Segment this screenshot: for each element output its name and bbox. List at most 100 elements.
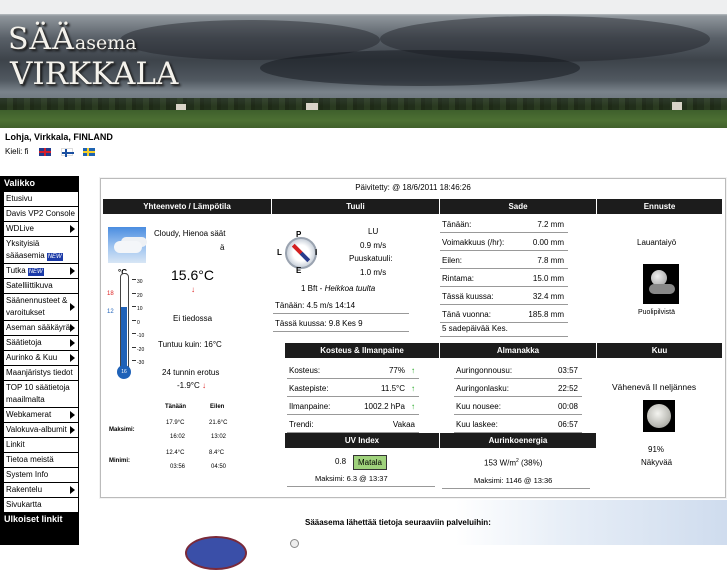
submenu-arrow-icon	[70, 411, 75, 419]
beaufort: 1 Bft - Heikkoa tuulta	[301, 284, 375, 293]
thermometer-bulb: 16	[117, 365, 131, 379]
row-label: Tässä kuussa:	[442, 292, 494, 301]
menu-item-label: Aurinko & Kuu	[6, 353, 58, 362]
radio-bullet-icon[interactable]	[290, 539, 299, 548]
uv-max-row: Maksimi: 6.3 @ 13:37	[287, 471, 435, 487]
cloud-shape	[260, 50, 580, 86]
thermometer-tick: 20	[132, 292, 143, 307]
col-today: Tänään	[165, 404, 187, 410]
trend-up-icon: ↑	[411, 366, 415, 375]
thermometer-tick-label: -10	[137, 333, 145, 339]
weather-network-logo-icon[interactable]	[185, 536, 247, 570]
data-row: Kosteus: 77% ↑	[287, 363, 419, 379]
submenu-arrow-icon	[70, 426, 75, 434]
menu-item[interactable]: Säätietoja	[4, 336, 78, 350]
thermometer-fill	[121, 307, 127, 373]
condition-text: Cloudy, Hienoa säät	[154, 229, 226, 238]
banner-top-band	[0, 0, 727, 14]
sweden-flag-icon[interactable]	[82, 147, 95, 156]
menu-item[interactable]: Aseman sääkäyrät	[4, 321, 78, 335]
wind-month-row: Tässä kuussa: 9.8 Kes 9	[273, 316, 409, 332]
data-row: Eilen: 7.8 mm	[440, 253, 568, 269]
solar-max-row: Maksimi: 1146 @ 13:36	[442, 473, 590, 489]
menu-item[interactable]: Linkit	[4, 438, 78, 452]
menu-item[interactable]: Satelliittikuva	[4, 279, 78, 293]
max-today: 17.9°C	[166, 420, 185, 426]
thermometer-tick: -10	[132, 333, 144, 347]
wind-speed: 0.9 m/s	[360, 241, 387, 250]
logo-line2: VIRKKALA	[10, 56, 179, 92]
submenu-arrow-icon	[70, 303, 75, 311]
menu-item[interactable]: WDLive	[4, 222, 78, 236]
moon-header: Kuu	[597, 343, 722, 358]
rain-days: 5 sadepäivää Kes.	[442, 324, 508, 333]
moon-phase-icon	[643, 400, 675, 432]
gust-label: Puuskatuuli:	[349, 254, 393, 263]
weather-panel: Päivitetty: @ 18/6/2011 18:46:26 Yhteenv…	[100, 178, 726, 498]
menu-item[interactable]: Maanjäristys tiedot	[4, 366, 78, 380]
location-title: Lohja, Virkkala, FINLAND	[5, 132, 113, 142]
forecast-desc: Puolipilvistä	[638, 309, 675, 316]
uv-max: Maksimi: 6.3 @ 13:37	[315, 474, 388, 483]
submenu-arrow-icon	[70, 354, 75, 362]
uk-flag-icon[interactable]	[38, 147, 51, 156]
house	[176, 104, 186, 110]
compass-e: I	[315, 248, 318, 257]
max-label: Maksimi:	[109, 427, 135, 433]
data-row: Tässä kuussa: 32.4 mm	[440, 289, 568, 305]
menu-item[interactable]: System Info	[4, 468, 78, 482]
min-label: Minimi:	[109, 458, 130, 464]
row-label: Trendi:	[289, 420, 314, 429]
moon-percent: 91%	[648, 445, 665, 454]
menu-item-label: Davis VP2 Console	[6, 209, 75, 218]
menu-item[interactable]: Davis VP2 Console	[4, 207, 78, 221]
updated-timestamp: Päivitetty: @ 18/6/2011 18:46:26	[355, 183, 471, 192]
thermometer-tick-label: -20	[137, 346, 145, 353]
rain-days-row: 5 sadepäivää Kes.	[440, 321, 568, 337]
row-value: 1002.2 hPa	[364, 402, 405, 411]
menu-item-label: Etusivu	[6, 194, 33, 203]
uv-level-badge: Matala	[353, 455, 387, 470]
solar-max: Maksimi: 1146 @ 13:36	[474, 476, 553, 485]
menu-item[interactable]: Webkamerat	[4, 408, 78, 422]
row-value: 15.0 mm	[532, 274, 564, 283]
submenu-arrow-icon	[70, 339, 75, 347]
row-label: Ilmanpaine:	[289, 402, 331, 411]
uv-header: UV Index	[285, 433, 439, 448]
menu-item[interactable]: Yksityisiä sääasemia NEW	[4, 237, 78, 263]
thermometer-tick-label: 30	[137, 279, 143, 285]
menu-item[interactable]: Valokuva-albumit	[4, 423, 78, 437]
solar-value: 153 W/m2 (38%)	[484, 458, 542, 468]
menu-footer: Ulkoiset linkit	[4, 514, 63, 524]
menu-item[interactable]: Tutka NEW	[4, 264, 78, 278]
data-row: Kuu laskee: 06:57	[454, 417, 582, 433]
compass-s: E	[296, 266, 302, 275]
footer-text: Sääasema lähettää tietoja seuraaviin pal…	[305, 518, 491, 527]
compass-needle	[291, 243, 311, 263]
menu-item[interactable]: TOP 10 säätietoja maailmalta	[4, 381, 78, 407]
rain-header: Sade	[440, 199, 596, 214]
row-value: 03:57	[557, 366, 578, 375]
menu-item[interactable]: Sivukartta	[4, 498, 78, 512]
submenu-arrow-icon	[70, 267, 75, 275]
menu-item[interactable]: Aurinko & Kuu	[4, 351, 78, 365]
logo-line1-small: asema	[74, 32, 137, 54]
thermometer-tick-label: 10	[137, 306, 143, 312]
menu-item[interactable]: Etusivu	[4, 192, 78, 206]
menu-item[interactable]: Tietoa meistä	[4, 453, 78, 467]
finland-flag-icon[interactable]	[60, 147, 74, 157]
data-row: Kastepiste: 11.5°C ↑	[287, 381, 419, 397]
summary-header: Yhteenveto / Lämpötila	[103, 199, 271, 214]
menu-item[interactable]: Rakentelu	[4, 483, 78, 497]
menu-item-label: System Info	[6, 470, 49, 479]
row-value: 0.00 mm	[532, 238, 564, 247]
menu-item[interactable]: Säänennusteet & varoitukset	[4, 294, 78, 320]
thermometer-tick-label: -30	[137, 360, 145, 366]
humidity-header: Kosteus & Ilmanpaine	[285, 343, 439, 358]
data-row: Trendi: Vakaa	[287, 417, 419, 433]
compass-w: L	[277, 248, 282, 257]
new-badge: NEW	[46, 253, 63, 261]
data-row: Auringonnousu: 03:57	[454, 363, 582, 379]
menu-item-label: WDLive	[6, 224, 35, 233]
trend-up-icon: ↑	[411, 384, 415, 393]
